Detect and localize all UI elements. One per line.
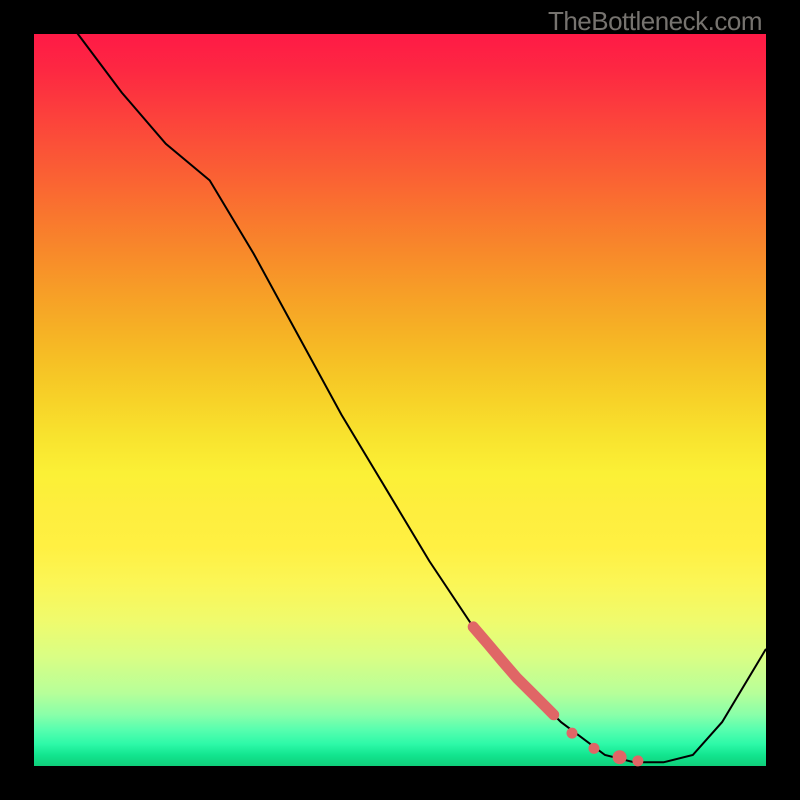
- chart-svg: [34, 34, 766, 766]
- dot-3: [613, 750, 627, 764]
- highlight-thick: [473, 627, 554, 715]
- watermark-text: TheBottleneck.com: [548, 6, 762, 37]
- plot-area: [34, 34, 766, 766]
- bottleneck-curve: [34, 0, 766, 762]
- chart-container: TheBottleneck.com: [0, 0, 800, 800]
- dot-1: [567, 728, 578, 739]
- dot-4: [632, 755, 643, 766]
- dot-2: [589, 743, 600, 754]
- highlight-dots: [567, 728, 644, 767]
